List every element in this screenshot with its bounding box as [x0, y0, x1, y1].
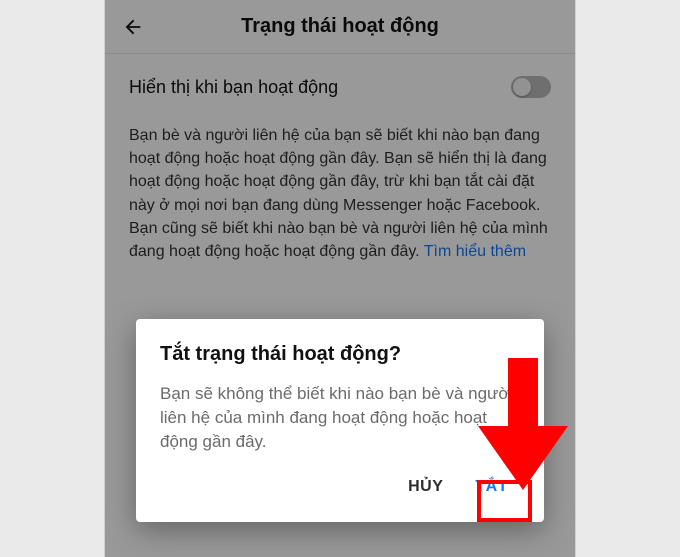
cancel-button[interactable]: HỦY	[396, 468, 455, 506]
dialog-actions: HỦY TẮT	[160, 468, 520, 512]
learn-more-link[interactable]: Tìm hiểu thêm	[424, 243, 526, 260]
active-status-description: Bạn bè và người liên hệ của bạn sẽ biết …	[129, 124, 551, 263]
active-status-label: Hiển thị khi bạn hoạt động	[129, 77, 338, 98]
content-area: Hiển thị khi bạn hoạt động Bạn bè và ngư…	[105, 54, 575, 263]
page-title: Trạng thái hoạt động	[105, 15, 575, 38]
confirm-button[interactable]: TẮT	[463, 468, 520, 506]
header-bar: Trạng thái hoạt động	[105, 0, 575, 54]
active-status-row: Hiển thị khi bạn hoạt động	[129, 76, 551, 98]
confirm-dialog: Tắt trạng thái hoạt động? Bạn sẽ không t…	[136, 319, 544, 522]
dialog-body: Bạn sẽ không thể biết khi nào bạn bè và …	[160, 382, 520, 454]
description-text: Bạn bè và người liên hệ của bạn sẽ biết …	[129, 127, 548, 260]
dialog-title: Tắt trạng thái hoạt động?	[160, 343, 520, 366]
arrow-left-icon	[122, 16, 144, 38]
back-button[interactable]	[119, 13, 147, 41]
toggle-knob	[513, 78, 531, 96]
active-status-toggle[interactable]	[511, 76, 551, 98]
stage: Trạng thái hoạt động Hiển thị khi bạn ho…	[0, 0, 680, 557]
